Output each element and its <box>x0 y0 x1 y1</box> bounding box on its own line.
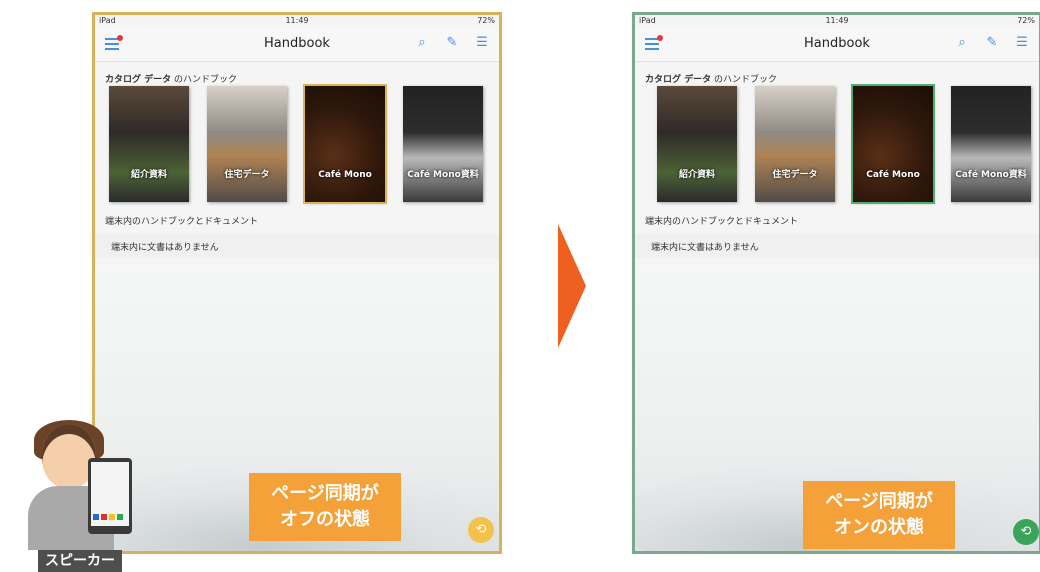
edit-icon[interactable]: ✎ <box>445 36 459 50</box>
status-bar: iPad 11:49 72% <box>95 15 499 27</box>
book-label: Café Mono資料 <box>407 170 479 180</box>
callout-line-1: ページ同期が <box>825 491 933 512</box>
tablet-illustration <box>88 458 132 534</box>
sync-off-icon[interactable]: ⟲ <box>468 517 494 543</box>
speaker-illustration: スピーカー <box>28 420 138 572</box>
main-content: カタログ データ のハンドブック 紹介資料 住宅データ Café Mono Ca… <box>635 62 1039 265</box>
nav-bar: Handbook ⌕ ✎ ☰ <box>635 27 1039 62</box>
catalog-section-label: カタログ データ のハンドブック <box>105 75 238 85</box>
list-icon[interactable]: ☰ <box>1015 36 1029 50</box>
docs-section-label: 端末内のハンドブックとドキュメント <box>105 217 259 227</box>
empty-docs-label: 端末内に文書はありません <box>111 243 219 253</box>
callout-sync-off: ページ同期が オフの状態 <box>249 473 401 541</box>
search-icon[interactable]: ⌕ <box>955 36 969 50</box>
book-label: Café Mono資料 <box>955 170 1027 180</box>
book-card[interactable]: 住宅データ <box>755 86 835 202</box>
book-label: 紹介資料 <box>130 170 167 180</box>
callout-line-2: オフの状態 <box>280 509 370 530</box>
list-icon[interactable]: ☰ <box>475 36 489 50</box>
book-label: 住宅データ <box>224 170 270 180</box>
status-bar: iPad 11:49 72% <box>635 15 1039 27</box>
book-label: Café Mono <box>318 170 372 180</box>
battery-label: 72% <box>1017 16 1035 25</box>
book-card[interactable]: Café Mono資料 <box>951 86 1031 202</box>
transition-arrow <box>558 224 586 348</box>
sync-on-icon[interactable]: ⟲ <box>1013 519 1039 545</box>
docs-section-label: 端末内のハンドブックとドキュメント <box>645 217 799 227</box>
catalog-section-label: カタログ データ のハンドブック <box>645 75 778 85</box>
time-label: 11:49 <box>285 16 309 25</box>
book-label: 紹介資料 <box>678 170 715 180</box>
main-content: カタログ データ のハンドブック 紹介資料 住宅データ Café Mono Ca… <box>95 62 499 265</box>
book-card[interactable]: Café Mono資料 <box>403 86 483 202</box>
callout-line-2: オンの状態 <box>834 517 924 538</box>
book-card[interactable]: 紹介資料 <box>109 86 189 202</box>
book-card-selected[interactable]: Café Mono <box>303 84 387 204</box>
search-icon[interactable]: ⌕ <box>415 36 429 50</box>
book-card-selected[interactable]: Café Mono <box>851 84 935 204</box>
book-card[interactable]: 紹介資料 <box>657 86 737 202</box>
edit-icon[interactable]: ✎ <box>985 36 999 50</box>
callout-line-1: ページ同期が <box>271 483 379 504</box>
device-sync-on: iPad 11:49 72% Handbook ⌕ ✎ ☰ カタログ データ の… <box>632 12 1040 554</box>
empty-docs-row: 端末内に文書はありません <box>635 234 1039 258</box>
callout-sync-on: ページ同期が オンの状態 <box>803 481 955 549</box>
empty-docs-label: 端末内に文書はありません <box>651 243 759 253</box>
book-label: Café Mono <box>866 170 920 180</box>
battery-label: 72% <box>477 16 495 25</box>
empty-docs-row: 端末内に文書はありません <box>95 234 499 258</box>
nav-bar: Handbook ⌕ ✎ ☰ <box>95 27 499 62</box>
time-label: 11:49 <box>825 16 849 25</box>
book-label: 住宅データ <box>772 170 818 180</box>
speaker-label: スピーカー <box>38 550 122 572</box>
book-card[interactable]: 住宅データ <box>207 86 287 202</box>
device-sync-off: iPad 11:49 72% Handbook ⌕ ✎ ☰ カタログ データ の… <box>92 12 502 554</box>
